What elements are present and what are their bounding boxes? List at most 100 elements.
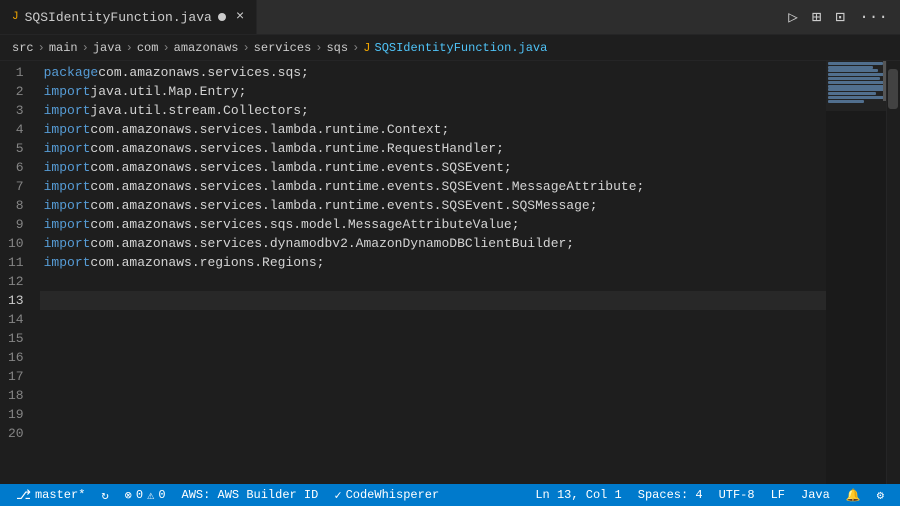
feedback-icon-btn[interactable]: 🔔	[838, 484, 869, 506]
codewhisperer-icon: ✓	[334, 488, 341, 503]
sync-status[interactable]: ↻	[93, 484, 116, 506]
token: import	[44, 101, 91, 120]
tab-filename: SQSIdentityFunction.java	[25, 10, 212, 25]
breadcrumb: src › main › java › com › amazonaws › se…	[0, 35, 900, 61]
line-number-12: 12	[8, 272, 24, 291]
sep1: ›	[38, 41, 45, 55]
code-line-6: import com.amazonaws.services.lambda.run…	[40, 158, 826, 177]
line-number-18: 18	[8, 386, 24, 405]
run-icon[interactable]: ▷	[784, 5, 802, 29]
encoding-status[interactable]: UTF-8	[711, 484, 763, 506]
indentation-status[interactable]: Spaces: 4	[630, 484, 711, 506]
line-number-9: 9	[8, 215, 24, 234]
aws-label: AWS: AWS Builder ID	[182, 488, 319, 502]
tab-bar: J SQSIdentityFunction.java × ▷ ⊞ ⊡ ···	[0, 0, 900, 35]
code-content[interactable]: package com.amazonaws.services.sqs;impor…	[40, 61, 826, 484]
vertical-scrollbar[interactable]	[886, 61, 900, 484]
breadcrumb-filename[interactable]: SQSIdentityFunction.java	[375, 41, 548, 55]
code-line-20	[40, 424, 826, 443]
token: java.util.stream.Collectors;	[90, 101, 308, 120]
spaces-label: Spaces: 4	[638, 488, 703, 502]
breadcrumb-java[interactable]: java	[93, 41, 122, 55]
status-bar: ⎇ master* ↻ ⊗ 0 ⚠ 0 AWS: AWS Builder ID …	[0, 484, 900, 506]
token: com.amazonaws.services.lambda.runtime.ev…	[90, 196, 597, 215]
token: com.amazonaws.services.lambda.runtime.ev…	[90, 158, 511, 177]
settings-icon-btn[interactable]: ⚙	[869, 484, 892, 506]
code-line-16	[40, 348, 826, 367]
code-line-3: import java.util.stream.Collectors;	[40, 101, 826, 120]
breadcrumb-services[interactable]: services	[254, 41, 312, 55]
token: import	[44, 82, 91, 101]
errors-status[interactable]: ⊗ 0 ⚠ 0	[117, 484, 174, 506]
token: com.amazonaws.regions.Regions;	[90, 253, 324, 272]
line-number-20: 20	[8, 424, 24, 443]
sep4: ›	[162, 41, 169, 55]
position-label: Ln 13, Col 1	[535, 488, 621, 502]
java-file-icon: J	[12, 11, 19, 23]
token: import	[44, 120, 91, 139]
code-line-14	[40, 310, 826, 329]
cursor-position[interactable]: Ln 13, Col 1	[527, 484, 629, 506]
editor-actions: ▷ ⊞ ⊡ ···	[784, 5, 900, 29]
token: import	[44, 177, 91, 196]
split-editor-icon[interactable]: ⊞	[808, 5, 826, 29]
code-line-11: import com.amazonaws.regions.Regions;	[40, 253, 826, 272]
breadcrumb-main[interactable]: main	[49, 41, 78, 55]
line-number-5: 5	[8, 139, 24, 158]
branch-label: master*	[35, 488, 85, 502]
token: import	[44, 158, 91, 177]
sep6: ›	[315, 41, 322, 55]
more-actions-icon[interactable]: ···	[855, 6, 892, 28]
tab-close-button[interactable]: ×	[236, 9, 244, 25]
language-status[interactable]: Java	[793, 484, 838, 506]
token: import	[44, 253, 91, 272]
sep3: ›	[126, 41, 133, 55]
token: import	[44, 139, 91, 158]
breadcrumb-amazonaws[interactable]: amazonaws	[174, 41, 239, 55]
line-number-15: 15	[8, 329, 24, 348]
line-number-16: 16	[8, 348, 24, 367]
breadcrumb-sqs[interactable]: sqs	[326, 41, 348, 55]
line-number-2: 2	[8, 82, 24, 101]
editor-area: 1234567891011121314151617181920 package …	[0, 61, 900, 484]
line-numbers: 1234567891011121314151617181920	[0, 61, 40, 484]
line-number-1: 1	[8, 63, 24, 82]
token: import	[44, 215, 91, 234]
modified-indicator	[218, 13, 226, 21]
sep7: ›	[352, 41, 359, 55]
line-number-4: 4	[8, 120, 24, 139]
line-ending-status[interactable]: LF	[763, 484, 793, 506]
language-label: Java	[801, 488, 830, 502]
feedback-icon: 🔔	[846, 488, 861, 503]
line-number-6: 6	[8, 158, 24, 177]
token: import	[44, 196, 91, 215]
breadcrumb-com[interactable]: com	[137, 41, 159, 55]
minimap-highlight	[826, 61, 886, 111]
code-line-5: import com.amazonaws.services.lambda.run…	[40, 139, 826, 158]
warning-icon: ⚠	[147, 488, 154, 503]
codewhisperer-label: CodeWhisperer	[346, 488, 440, 502]
sep2: ›	[82, 41, 89, 55]
settings-icon: ⚙	[877, 488, 884, 503]
layout-icon[interactable]: ⊡	[832, 5, 850, 29]
code-line-15	[40, 329, 826, 348]
aws-status[interactable]: AWS: AWS Builder ID	[174, 484, 327, 506]
tab-sqsidentityfunction[interactable]: J SQSIdentityFunction.java ×	[0, 0, 257, 34]
code-line-13	[40, 291, 826, 310]
breadcrumb-src[interactable]: src	[12, 41, 34, 55]
scrollbar-thumb	[888, 69, 898, 109]
token: com.amazonaws.services.dynamodbv2.Amazon…	[90, 234, 574, 253]
codewhisperer-status[interactable]: ✓ CodeWhisperer	[326, 484, 447, 506]
token: com.amazonaws.services.lambda.runtime.Re…	[90, 139, 503, 158]
line-number-10: 10	[8, 234, 24, 253]
line-number-19: 19	[8, 405, 24, 424]
token: java.util.Map.Entry;	[90, 82, 246, 101]
token: package	[44, 63, 99, 82]
code-line-18	[40, 386, 826, 405]
line-number-8: 8	[8, 196, 24, 215]
branch-status[interactable]: ⎇ master*	[8, 484, 93, 506]
code-line-12	[40, 272, 826, 291]
code-line-4: import com.amazonaws.services.lambda.run…	[40, 120, 826, 139]
line-number-13: 13	[8, 291, 24, 310]
error-icon: ⊗	[125, 488, 132, 503]
